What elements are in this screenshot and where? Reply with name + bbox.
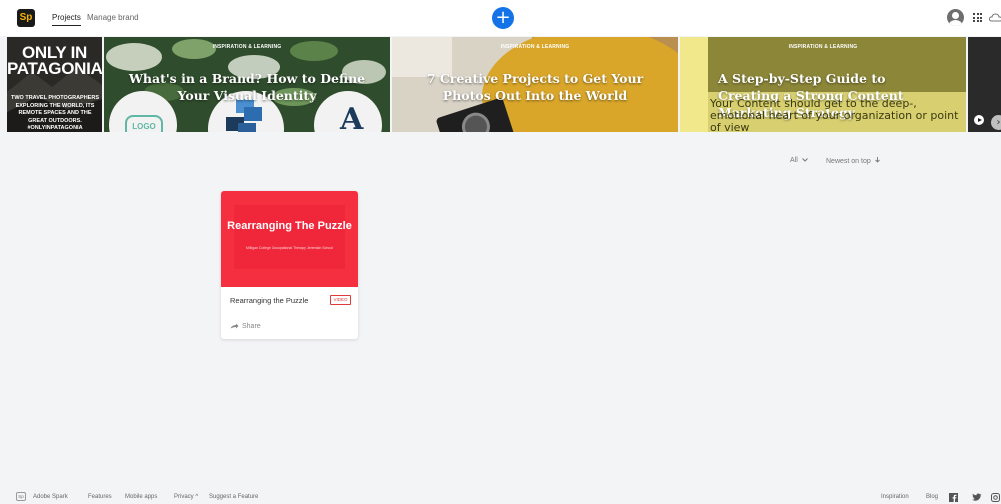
filter-all-label: All xyxy=(790,157,798,164)
play-icon[interactable] xyxy=(974,115,984,125)
share-button[interactable]: Share xyxy=(230,323,261,330)
tile-category: INSPIRATION & LEARNING xyxy=(500,44,570,50)
nav-projects[interactable]: Projects xyxy=(52,13,81,26)
thumbnail-subtitle: Milligan College Occupational Therapy Je… xyxy=(246,246,333,250)
carousel-tile-patagonia[interactable]: ONLY IN PATAGONIA TWO TRAVEL PHOTOGRAPHE… xyxy=(7,37,102,132)
footer-brand[interactable]: Adobe Spark xyxy=(33,494,68,500)
carousel-tile-brand[interactable]: LOGO A INSPIRATION & LEARNING What's in … xyxy=(104,37,390,132)
instagram-icon[interactable] xyxy=(991,493,1000,502)
footer-link-suggest-feature[interactable]: Suggest a Feature xyxy=(209,494,258,500)
video-badge: VIDEO xyxy=(330,295,351,305)
avatar-body xyxy=(949,20,962,26)
thumbnail-title: Rearranging The Puzzle xyxy=(227,220,352,232)
letter-a-graphic: A xyxy=(340,102,364,132)
tile-title: ONLY IN PATAGONIA xyxy=(7,43,102,78)
thumbnail-inner xyxy=(234,205,345,269)
logo-badge: LOGO xyxy=(125,115,163,132)
sort-dropdown[interactable]: Newest on top xyxy=(826,157,880,165)
footer-link-features[interactable]: Features xyxy=(88,494,112,500)
sort-label: Newest on top xyxy=(826,158,871,165)
tile-category: INSPIRATION & LEARNING xyxy=(788,44,858,50)
create-project-button[interactable]: + xyxy=(492,7,514,29)
avatar[interactable] xyxy=(947,9,964,26)
cloud-icon[interactable] xyxy=(989,13,1001,22)
footer: Sp Adobe Spark Features Mobile apps Priv… xyxy=(0,492,1001,504)
inspiration-carousel: ONLY IN PATAGONIA TWO TRAVEL PHOTOGRAPHE… xyxy=(7,37,1001,132)
chevron-down-icon xyxy=(801,158,808,162)
tile-title: What's in a Brand? How to Define Your Vi… xyxy=(128,71,366,103)
twitter-icon[interactable] xyxy=(972,493,982,502)
project-title[interactable]: Rearranging the Puzzle xyxy=(230,296,308,305)
top-header: Sp Projects Manage brand + xyxy=(0,0,1001,36)
privacy-label: Privacy xyxy=(174,494,194,500)
share-label: Share xyxy=(242,323,261,330)
filter-all-dropdown[interactable]: All xyxy=(790,157,808,164)
footer-link-blog[interactable]: Blog xyxy=(926,494,938,500)
tile-body-text: Your Content should get to the deep-, em… xyxy=(710,97,959,133)
project-thumbnail[interactable]: Rearranging The Puzzle Milligan College … xyxy=(221,191,358,287)
project-card[interactable]: Rearranging The Puzzle Milligan College … xyxy=(221,191,358,339)
carousel-next-button[interactable]: › xyxy=(991,115,1001,130)
carousel-tile-photos[interactable]: INSPIRATION & LEARNING 7 Creative Projec… xyxy=(392,37,678,132)
avatar-head xyxy=(952,12,959,19)
share-arrow-icon xyxy=(230,323,239,329)
spark-logo[interactable]: Sp xyxy=(17,9,35,27)
tile-subtitle: TWO TRAVEL PHOTOGRAPHERS EXPLORING THE W… xyxy=(10,95,99,131)
footer-link-mobile-apps[interactable]: Mobile apps xyxy=(125,494,157,500)
tile-title: 7 Creative Projects to Get Your Photos O… xyxy=(426,71,644,103)
footer-logo: Sp xyxy=(16,492,26,501)
facebook-icon[interactable] xyxy=(949,493,958,502)
footer-link-inspiration[interactable]: Inspiration xyxy=(881,494,909,500)
caret-up-icon: ^ xyxy=(195,494,199,500)
tile-category: INSPIRATION & LEARNING xyxy=(212,44,282,50)
apps-grid-icon[interactable] xyxy=(973,13,982,22)
nav-manage-brand[interactable]: Manage brand xyxy=(87,13,139,22)
arrow-down-icon xyxy=(874,157,880,163)
footer-link-privacy[interactable]: Privacy ^ xyxy=(174,494,198,500)
carousel-tile-content-strategy[interactable]: INSPIRATION & LEARNING A Step-by-Step Gu… xyxy=(680,37,966,132)
